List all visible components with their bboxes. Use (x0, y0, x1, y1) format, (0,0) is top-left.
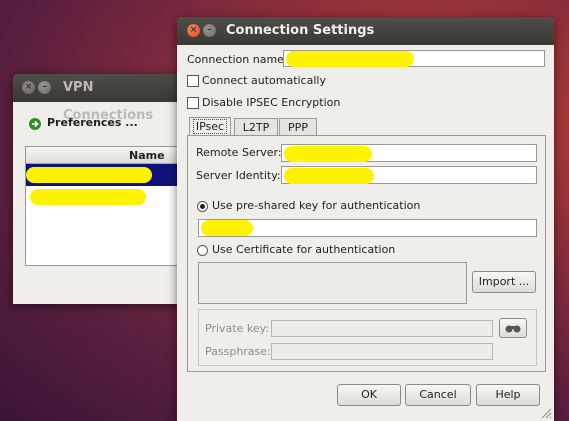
disable-ipsec-label[interactable]: Disable IPSEC Encryption (202, 96, 340, 109)
minimize-icon[interactable]: – (38, 81, 51, 94)
private-key-label: Private key: (205, 322, 270, 335)
private-key-field[interactable] (271, 320, 493, 337)
vpn-titlebar[interactable]: × – VPN Connections (13, 74, 188, 123)
ipsec-panel: Remote Server: Server Identity: Use pre-… (187, 135, 546, 372)
help-button-label: Help (495, 388, 521, 401)
minimize-icon[interactable]: – (203, 24, 216, 37)
connection-name-field[interactable] (283, 50, 545, 67)
connection-name-label: Connection name: (187, 53, 288, 66)
tab-l2tp-label: L2TP (242, 121, 270, 134)
redacted-mark (201, 220, 253, 236)
psk-field[interactable] (198, 219, 537, 237)
connect-automatically-label[interactable]: Connect automatically (202, 74, 326, 87)
redacted-mark (30, 189, 146, 205)
psk-radio-label[interactable]: Use pre-shared key for authentication (212, 199, 420, 212)
certificate-radio-label[interactable]: Use Certificate for authentication (212, 243, 395, 256)
private-key-group: Private key: Passphrase: (198, 309, 537, 366)
close-icon[interactable]: × (187, 24, 200, 37)
server-identity-field[interactable] (281, 166, 537, 184)
resize-grip-icon[interactable] (540, 407, 552, 419)
redacted-mark (26, 167, 152, 183)
import-button[interactable]: Import ... (472, 271, 536, 293)
tab-ipsec[interactable]: IPsec (189, 117, 231, 136)
browse-button[interactable] (499, 318, 527, 338)
tab-ppp[interactable]: PPP (279, 118, 317, 136)
list-item[interactable] (26, 186, 189, 208)
connect-automatically-checkbox[interactable] (187, 75, 199, 87)
cancel-button[interactable]: Cancel (405, 384, 471, 406)
connections-list[interactable]: Name (25, 146, 190, 266)
vpn-connections-window: × – VPN Connections Preferences ... Name (13, 74, 190, 304)
settings-window-title: Connection Settings (226, 23, 375, 38)
certificate-radio[interactable] (197, 245, 208, 256)
arrow-right-circle-icon (29, 118, 41, 130)
server-identity-label: Server Identity: (196, 169, 281, 182)
remote-server-field[interactable] (281, 144, 537, 162)
connection-settings-window: × – Connection Settings Connection name:… (177, 17, 554, 421)
tab-ppp-label: PPP (288, 121, 308, 134)
list-item[interactable] (26, 164, 189, 186)
ok-button-label: OK (361, 388, 377, 401)
tab-l2tp[interactable]: L2TP (234, 118, 278, 136)
remote-server-label: Remote Server: (196, 146, 282, 159)
passphrase-field[interactable] (271, 343, 493, 360)
certificate-box[interactable] (198, 262, 467, 304)
tab-ipsec-label: IPsec (192, 119, 228, 134)
redacted-mark (286, 51, 414, 67)
ok-button[interactable]: OK (337, 384, 401, 406)
preferences-label: Preferences ... (47, 116, 138, 129)
passphrase-label: Passphrase: (205, 345, 271, 358)
column-header-name: Name (129, 149, 165, 162)
redacted-mark (284, 168, 374, 184)
psk-radio[interactable] (197, 201, 208, 212)
cancel-button-label: Cancel (419, 388, 457, 401)
redacted-mark (284, 146, 372, 162)
settings-titlebar[interactable]: × – Connection Settings (177, 17, 554, 45)
binoculars-icon (505, 325, 521, 333)
help-button[interactable]: Help (476, 384, 540, 406)
close-icon[interactable]: × (22, 81, 35, 94)
disable-ipsec-checkbox[interactable] (187, 97, 199, 109)
list-column-header[interactable]: Name (26, 147, 189, 164)
import-button-label: Import ... (478, 275, 530, 288)
